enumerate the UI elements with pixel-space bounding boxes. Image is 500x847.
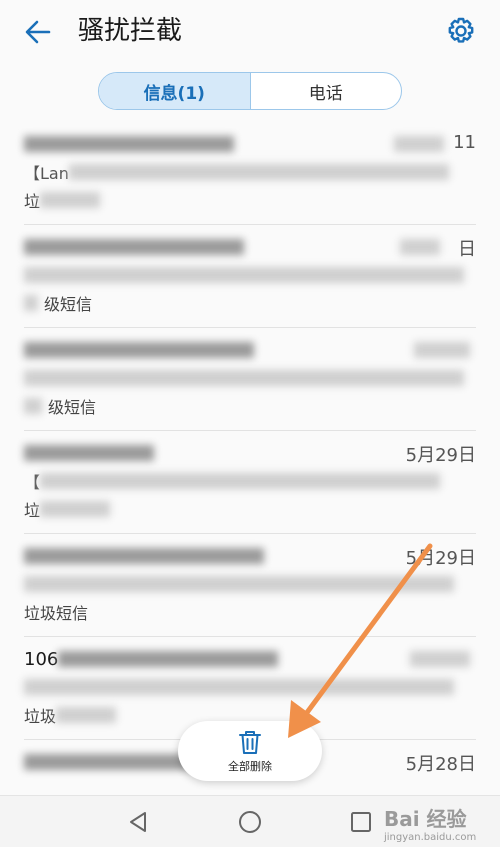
circle-home-icon [239, 811, 261, 833]
redacted-sender [24, 136, 234, 152]
back-button[interactable] [20, 14, 56, 50]
watermark-url: jingyan.baidu.com [384, 832, 477, 843]
redacted-date [394, 136, 444, 152]
message-sender: 106 [24, 648, 59, 670]
square-recents-icon [351, 812, 371, 832]
redacted-folder [24, 398, 42, 414]
message-snippet: 【Lan [24, 164, 69, 183]
message-date: 11 [453, 132, 476, 153]
redacted-snippet [24, 267, 464, 283]
segmented-tabs: 信息(1) 电话 [98, 72, 402, 110]
redacted-folder [56, 707, 117, 723]
redacted-sender [24, 445, 154, 461]
list-item[interactable]: 11 【Lan 垃 [0, 122, 500, 225]
redacted-date [400, 239, 440, 255]
nav-back-button[interactable] [124, 808, 152, 836]
redacted-sender [58, 651, 279, 667]
redacted-sender [24, 239, 244, 255]
trash-icon [239, 731, 261, 754]
app-header: 骚扰拦截 [0, 0, 500, 64]
nav-home-button[interactable] [236, 808, 264, 836]
redacted-folder [40, 501, 111, 517]
redacted-snippet [40, 473, 441, 489]
message-date: 5月29日 [405, 548, 476, 569]
message-date: 5月29日 [405, 445, 476, 466]
nav-recents-button[interactable] [347, 808, 375, 836]
redacted-folder [40, 192, 101, 208]
tab-calls[interactable]: 电话 [251, 73, 402, 109]
message-folder: 级短信 [44, 295, 93, 314]
message-folder: 级短信 [48, 398, 97, 417]
list-item[interactable]: 5月29日 垃圾短信 [0, 534, 500, 637]
delete-all-button[interactable]: 全部删除 [178, 721, 322, 781]
redacted-folder [24, 295, 38, 311]
redacted-date [414, 342, 470, 358]
redacted-date [410, 651, 470, 667]
tab-messages[interactable]: 信息(1) [99, 73, 251, 109]
settings-button[interactable] [442, 12, 480, 50]
back-arrow-icon [25, 20, 51, 44]
message-snippet: 【 [24, 473, 41, 492]
watermark-text: Bai 经验 [384, 807, 467, 831]
redacted-snippet [24, 576, 454, 592]
delete-all-label: 全部删除 [228, 760, 272, 773]
list-item[interactable]: 级短信 [0, 328, 500, 431]
message-folder: 垃 [24, 192, 41, 211]
message-date: 5月28日 [405, 754, 476, 775]
triangle-back-icon [130, 812, 146, 832]
list-item[interactable]: 日 级短信 [0, 225, 500, 328]
redacted-sender [24, 548, 264, 564]
page-title: 骚扰拦截 [78, 16, 183, 46]
message-folder: 垃圾短信 [24, 604, 89, 623]
gear-icon [448, 17, 474, 43]
redacted-snippet [68, 164, 449, 180]
list-item[interactable]: 5月29日 【 垃 [0, 431, 500, 534]
message-folder: 垃 [24, 501, 41, 520]
redacted-snippet [24, 679, 454, 695]
baidu-watermark: Bai 经验 jingyan.baidu.com [384, 803, 494, 843]
redacted-sender [24, 342, 254, 358]
redacted-snippet [24, 370, 464, 386]
message-date: 日 [458, 239, 476, 260]
message-folder: 垃圾 [24, 707, 57, 726]
